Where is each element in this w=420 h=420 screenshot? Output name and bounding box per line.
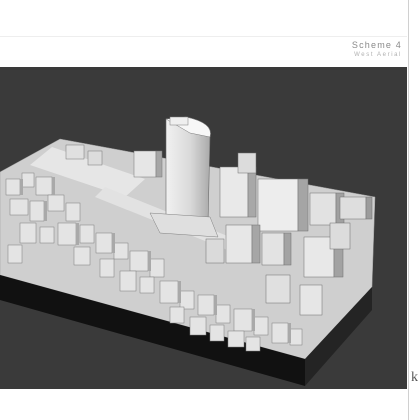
scheme-title: Scheme 4 bbox=[351, 40, 402, 50]
scheme-subtitle: West Aerial bbox=[354, 52, 402, 58]
logo: k bbox=[411, 370, 418, 385]
title-block: Scheme 4 West Aerial bbox=[352, 40, 402, 58]
page-edge-rule bbox=[408, 0, 409, 420]
aerial-render-image bbox=[0, 67, 407, 389]
central-tower bbox=[165, 116, 211, 225]
massing-model-render bbox=[0, 116, 376, 386]
top-divider bbox=[0, 36, 407, 37]
